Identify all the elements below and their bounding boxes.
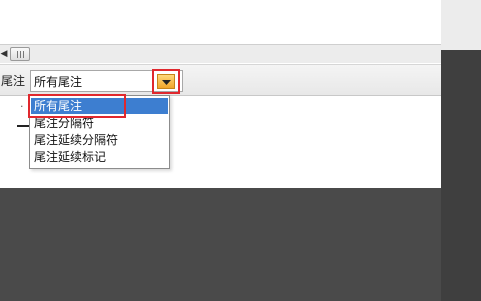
margin-mark: ·	[20, 100, 24, 113]
endnote-label: 尾注	[1, 74, 26, 88]
endnote-select-value: 所有尾注	[34, 75, 83, 89]
list-item-continuation-notice[interactable]: 尾注延续标记	[31, 149, 168, 165]
document-page	[0, 0, 441, 44]
chevron-down-icon	[162, 80, 171, 85]
grip-line	[23, 51, 24, 58]
dropdown-button-face[interactable]	[157, 74, 175, 89]
scroll-left-icon[interactable]: ◀	[0, 49, 8, 59]
list-item-continuation-separator[interactable]: 尾注延续分隔符	[31, 132, 168, 148]
dropdown-button[interactable]	[152, 69, 180, 94]
horizontal-scrollbar[interactable]: ◀	[0, 44, 441, 63]
grip-line	[17, 51, 18, 58]
annotation-highlight	[28, 94, 126, 118]
scroll-thumb[interactable]	[10, 47, 30, 61]
grip-line	[20, 51, 21, 58]
right-panel-header	[441, 0, 481, 50]
